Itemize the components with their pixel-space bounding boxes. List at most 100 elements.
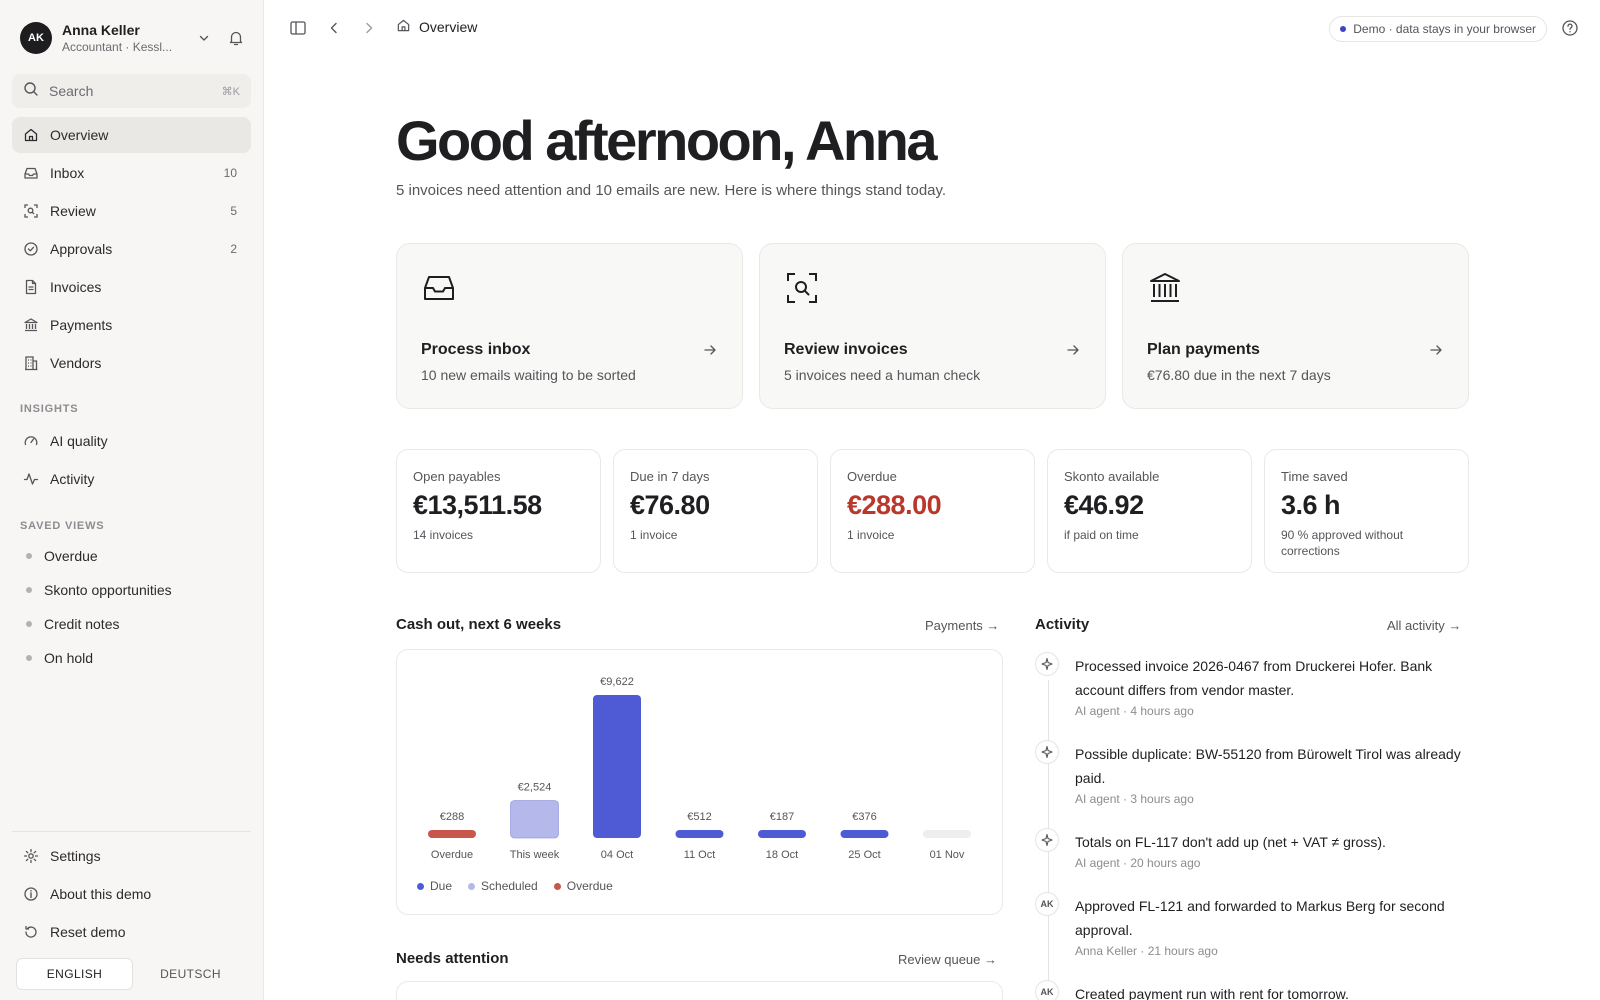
payments-link[interactable]: Payments →: [925, 618, 999, 633]
sidebar-item-ai-quality[interactable]: AI quality: [12, 423, 251, 459]
sidebar-item-count: 10: [223, 166, 237, 180]
avatar: AK: [20, 22, 52, 54]
sidebar-item-settings[interactable]: Settings: [12, 838, 251, 874]
plan-payments-card[interactable]: Plan payments €76.80 due in the next 7 d…: [1122, 243, 1469, 409]
user-switcher[interactable]: AK Anna Keller Accountant · Kessl...: [20, 20, 246, 56]
cash-out-chart: €288 Overdue €2,524 This week €9,622 04 Oct €5…: [396, 649, 1003, 915]
breadcrumb: Overview: [396, 18, 477, 36]
stat-overdue[interactable]: Overdue €288.00 1 invoice: [830, 449, 1035, 573]
stat-value: €46.92: [1064, 490, 1144, 520]
bell-icon[interactable]: [226, 28, 246, 48]
activity-text: Possible duplicate: BW-55120 from Bürowe…: [1075, 746, 1461, 786]
sidebar-item-payments[interactable]: Payments: [12, 307, 251, 343]
legend-label: Scheduled: [481, 879, 538, 893]
process-inbox-card[interactable]: Process inbox 10 new emails waiting to b…: [396, 243, 743, 409]
sidebar-item-review[interactable]: Review 5: [12, 193, 251, 229]
review-invoices-card[interactable]: Review invoices 5 invoices need a human …: [759, 243, 1106, 409]
activity-icon: [22, 470, 40, 488]
chart-category-label: Overdue: [431, 849, 473, 861]
sparkle-icon: [1035, 652, 1059, 676]
activity-title: Activity: [1035, 616, 1090, 633]
saved-view-skonto[interactable]: Skonto opportunities: [12, 573, 251, 607]
activity-meta: Anna Keller · 21 hours ago: [1075, 944, 1218, 958]
language-deutsch-button[interactable]: DEUTSCH: [133, 958, 248, 990]
dot-icon: [26, 621, 32, 627]
info-icon: [22, 885, 40, 903]
home-icon: [22, 126, 40, 144]
saved-view-credit-notes[interactable]: Credit notes: [12, 607, 251, 641]
card-description: 10 new emails waiting to be sorted: [421, 367, 636, 383]
dot-icon: [26, 655, 32, 661]
chart-bar[interactable]: [923, 830, 971, 838]
user-role: Accountant · Kessl...: [62, 40, 173, 54]
saved-view-overdue[interactable]: Overdue: [12, 539, 251, 573]
forward-icon[interactable]: [359, 18, 379, 38]
sidebar-item-label: Approvals: [50, 241, 113, 257]
sidebar-item-about[interactable]: About this demo: [12, 876, 251, 912]
stat-due-7-days[interactable]: Due in 7 days €76.80 1 invoice: [613, 449, 818, 573]
chart-bar[interactable]: [840, 830, 889, 838]
review-queue-link[interactable]: Review queue →: [898, 952, 997, 967]
user-name: Anna Keller: [62, 22, 140, 38]
chart-bar[interactable]: [675, 830, 724, 838]
chart-bar[interactable]: [758, 830, 806, 838]
sidebar-item-approvals[interactable]: Approvals 2: [12, 231, 251, 267]
activity-meta: AI agent · 20 hours ago: [1075, 856, 1201, 870]
chart-category-label: 04 Oct: [601, 849, 633, 861]
chart-category-label: 11 Oct: [684, 849, 716, 861]
activity-text: Approved FL-121 and forwarded to Markus …: [1075, 898, 1445, 938]
chart-legend: Due Scheduled Overdue: [417, 879, 629, 893]
sidebar-item-label: Activity: [50, 471, 95, 487]
stat-value: €13,511.58: [413, 490, 542, 520]
search-input[interactable]: Search ⌘K: [12, 74, 251, 108]
sidebar-item-activity[interactable]: Activity: [12, 461, 251, 497]
legend-label: Due: [430, 879, 453, 893]
activity-text: Totals on FL-117 don't add up (net + VAT…: [1075, 834, 1386, 850]
sidebar-item-label: Payments: [50, 317, 113, 333]
chart-bar[interactable]: [428, 830, 476, 838]
sidebar-toggle-icon[interactable]: [288, 18, 308, 38]
stat-label: Overdue: [847, 469, 897, 484]
back-icon[interactable]: [324, 18, 344, 38]
stat-label: Due in 7 days: [630, 469, 710, 484]
sidebar-item-overview[interactable]: Overview: [12, 117, 251, 153]
scan-search-icon: [22, 202, 40, 220]
sidebar-item-vendors[interactable]: Vendors: [12, 345, 251, 381]
sidebar-item-count: 2: [230, 242, 237, 256]
stat-time-saved[interactable]: Time saved 3.6 h 90 % approved without c…: [1264, 449, 1469, 573]
gear-icon: [22, 847, 40, 865]
saved-view-on-hold[interactable]: On hold: [12, 641, 251, 675]
needs-attention-title: Needs attention: [396, 950, 509, 967]
stat-label: Time saved: [1281, 469, 1348, 484]
bottom-nav: Settings About this demo Reset demo: [12, 838, 251, 952]
stat-open-payables[interactable]: Open payables €13,511.58 14 invoices: [396, 449, 601, 573]
sparkle-icon: [1035, 828, 1059, 852]
help-icon[interactable]: [1560, 18, 1580, 38]
building-icon: [22, 354, 40, 372]
sidebar-item-inbox[interactable]: Inbox 10: [12, 155, 251, 191]
saved-views-heading: SAVED VIEWS: [20, 520, 105, 532]
stat-skonto[interactable]: Skonto available €46.92 if paid on time: [1047, 449, 1252, 573]
all-activity-link[interactable]: All activity →: [1387, 618, 1461, 633]
search-icon: [23, 81, 39, 102]
arrow-right-icon: [702, 342, 718, 358]
scan-search-icon: [784, 270, 820, 306]
legend-overdue: Overdue: [553, 879, 613, 893]
sidebar: AK Anna Keller Accountant · Kessl... Sea…: [0, 0, 264, 1000]
sidebar-item-label: Settings: [50, 848, 101, 864]
user-avatar: AK: [1035, 892, 1059, 916]
page-title: Good afternoon, Anna: [396, 109, 937, 172]
sidebar-item-invoices[interactable]: Invoices: [12, 269, 251, 305]
sidebar-item-reset[interactable]: Reset demo: [12, 914, 251, 950]
language-english-button[interactable]: ENGLISH: [16, 958, 133, 990]
chart-bar[interactable]: [593, 695, 641, 838]
chart-bar[interactable]: [510, 800, 559, 839]
stat-sub: 14 invoices: [413, 528, 474, 542]
bank-icon: [22, 316, 40, 334]
stat-value: €76.80: [630, 490, 710, 520]
chart-value-label: €9,622: [600, 676, 634, 688]
chart-value-label: €187: [770, 811, 794, 823]
home-icon: [396, 18, 411, 36]
chevron-down-icon[interactable]: [194, 28, 214, 48]
chart-category-label: 01 Nov: [930, 849, 965, 861]
